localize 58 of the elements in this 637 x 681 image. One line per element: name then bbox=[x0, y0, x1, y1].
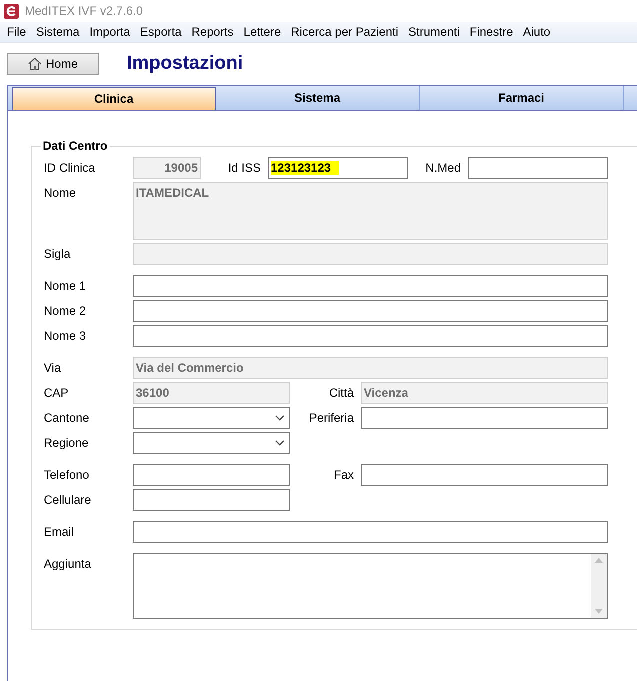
menu-item[interactable]: Strumenti bbox=[404, 25, 465, 39]
input-field[interactable] bbox=[133, 489, 290, 511]
input-field[interactable] bbox=[133, 300, 608, 322]
menu-item[interactable]: Importa bbox=[84, 25, 136, 39]
field-label: Email bbox=[44, 524, 76, 541]
input-field[interactable] bbox=[133, 464, 290, 486]
field-label: Cellulare bbox=[44, 492, 92, 509]
dropdown[interactable] bbox=[133, 432, 290, 454]
input-field[interactable]: Via del Commercio bbox=[133, 357, 608, 379]
field-label: Città bbox=[328, 385, 355, 402]
field-label: CAP bbox=[44, 385, 70, 402]
field-label: ID Clinica bbox=[44, 160, 96, 177]
menu-item[interactable]: Ricerca per Pazienti bbox=[286, 25, 404, 39]
input-field[interactable]: 36100 bbox=[133, 382, 290, 404]
text-area[interactable] bbox=[133, 553, 608, 619]
menu-item[interactable]: File bbox=[2, 25, 32, 39]
input-field[interactable]: 123123123 bbox=[268, 157, 408, 179]
menu-item[interactable]: Sistema bbox=[31, 25, 85, 39]
tab[interactable]: Farmaci bbox=[420, 86, 624, 110]
home-button[interactable]: Home bbox=[7, 53, 99, 75]
tab[interactable]: Sistema bbox=[216, 86, 420, 110]
field-label: Nome 1 bbox=[44, 278, 88, 295]
menu-item[interactable]: Esporta bbox=[135, 25, 187, 39]
text-area[interactable]: ITAMEDICAL bbox=[133, 182, 608, 240]
chevron-down-icon bbox=[275, 415, 285, 422]
field-label: Nome bbox=[44, 185, 78, 202]
dropdown[interactable] bbox=[133, 407, 290, 429]
menu-item[interactable]: Lettere bbox=[238, 25, 286, 39]
field-label: Fax bbox=[332, 467, 355, 484]
field-label: Aggiunta bbox=[44, 556, 92, 573]
input-field[interactable] bbox=[133, 325, 608, 347]
tab[interactable]: Clinica bbox=[12, 87, 216, 110]
input-field[interactable] bbox=[468, 157, 608, 179]
menu-item[interactable]: Aiuto bbox=[518, 25, 556, 39]
field-label: Via bbox=[44, 360, 62, 377]
field-label: Telefono bbox=[44, 467, 90, 484]
menu-item[interactable]: Reports bbox=[186, 25, 239, 39]
menu-item[interactable]: Finestre bbox=[464, 25, 518, 39]
field-label: Sigla bbox=[44, 246, 72, 263]
field-label: Nome 2 bbox=[44, 303, 88, 320]
house-icon bbox=[28, 57, 42, 71]
input-field[interactable] bbox=[361, 407, 608, 429]
chevron-down-icon bbox=[275, 440, 285, 447]
input-field[interactable]: 19005 bbox=[133, 157, 201, 179]
input-field[interactable] bbox=[133, 275, 608, 297]
input-field[interactable]: Vicenza bbox=[361, 382, 608, 404]
field-label: Id ISS bbox=[227, 160, 262, 177]
window-title: MedITEX IVF v2.7.6.0 bbox=[25, 4, 144, 18]
group-title: Dati Centro bbox=[42, 139, 109, 153]
app-icon bbox=[4, 4, 19, 18]
page-title: Impostazioni bbox=[127, 53, 244, 75]
input-field[interactable] bbox=[361, 464, 608, 486]
input-field[interactable] bbox=[133, 521, 608, 543]
field-label: N.Med bbox=[424, 160, 462, 177]
field-label: Nome 3 bbox=[44, 328, 88, 345]
field-label: Cantone bbox=[44, 410, 90, 427]
field-label: Periferia bbox=[308, 410, 355, 427]
field-label: Regione bbox=[44, 435, 90, 452]
